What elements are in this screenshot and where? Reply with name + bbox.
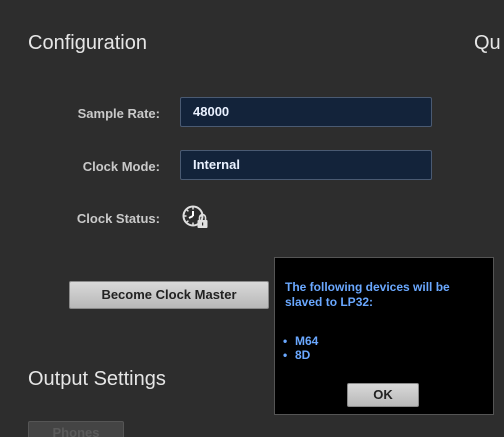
- popover-message: The following devices will be slaved to …: [285, 280, 450, 309]
- bullet-icon: •: [283, 334, 288, 348]
- device-name: M64: [295, 334, 319, 348]
- phones-button-partial[interactable]: Phones: [28, 421, 124, 437]
- ok-button[interactable]: OK: [347, 383, 419, 407]
- sample-rate-label: Sample Rate:: [77, 106, 160, 121]
- slave-devices-popover: The following devices will be slaved to …: [274, 257, 494, 415]
- output-settings-title: Output Settings: [28, 368, 166, 390]
- slaved-devices-list: • M64 • 8D: [283, 334, 318, 362]
- side-section-title-partial: Qu: [474, 32, 501, 54]
- list-item: • M64: [283, 334, 318, 348]
- top-strip: [0, 0, 504, 10]
- list-item: • 8D: [283, 348, 318, 362]
- clock-mode-select[interactable]: Internal: [180, 150, 432, 180]
- clock-locked-icon: [181, 203, 211, 233]
- become-clock-master-button[interactable]: Become Clock Master: [69, 281, 269, 309]
- clock-configuration-panel: Configuration Qu Sample Rate: 48000 Cloc…: [0, 0, 504, 437]
- sample-rate-select[interactable]: 48000: [180, 97, 432, 127]
- bullet-icon: •: [283, 348, 288, 362]
- clock-mode-label: Clock Mode:: [82, 159, 160, 174]
- device-name: 8D: [295, 348, 311, 362]
- configuration-title: Configuration: [28, 32, 147, 54]
- clock-status-label: Clock Status:: [76, 211, 160, 226]
